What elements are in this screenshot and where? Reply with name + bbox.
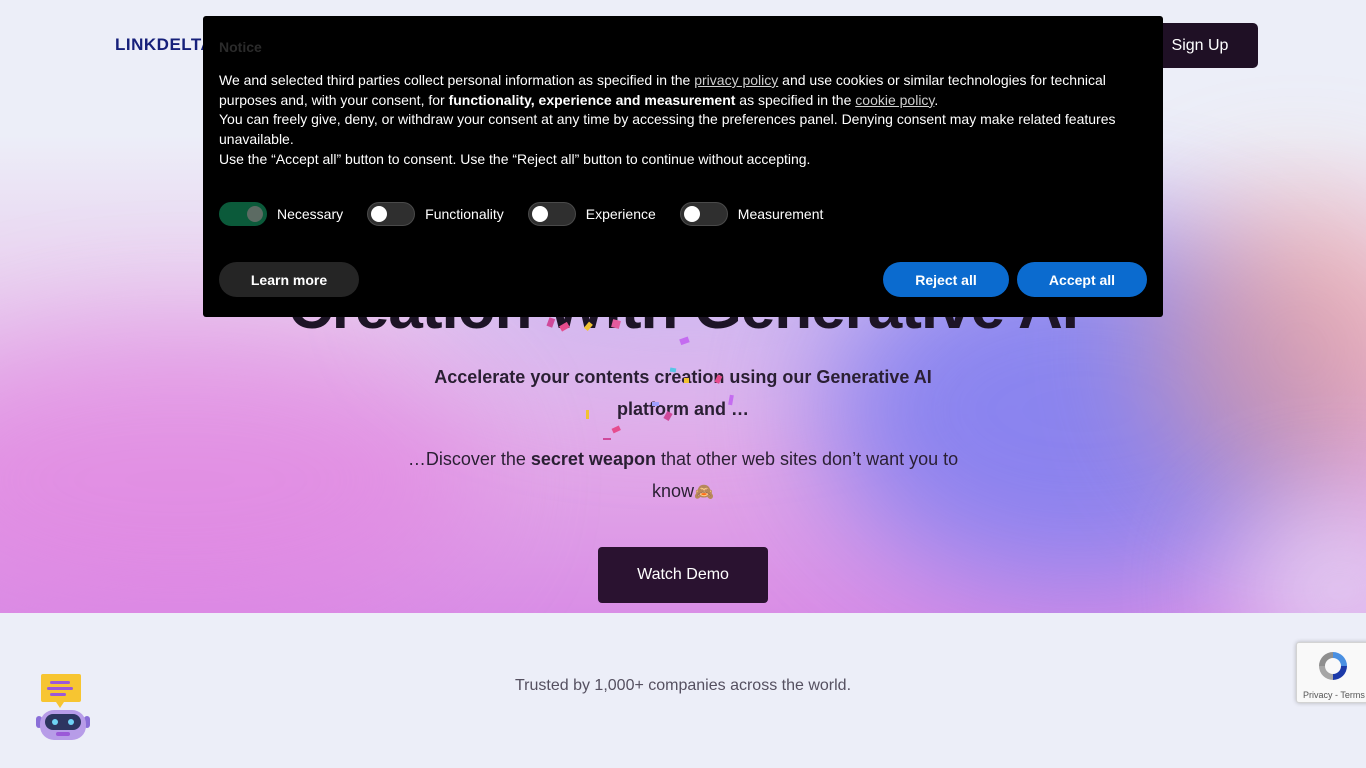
cookie-text-part: . (934, 91, 939, 108)
trusted-by-text: Trusted by 1,000+ companies across the w… (514, 677, 852, 694)
toggle-label: Necessary (277, 206, 344, 222)
cookie-consent-banner: Notice We and selected third parties col… (203, 16, 1163, 317)
monkey-emoji-icon: 🙈 (694, 484, 714, 501)
toggle-functionality[interactable]: Functionality (367, 202, 504, 226)
switch-knob (247, 206, 263, 222)
consent-toggles: Necessary Functionality Experience Measu… (219, 202, 847, 226)
hero-subtitle: Accelerate your contents creation using … (434, 367, 932, 419)
toggle-experience[interactable]: Experience (527, 202, 656, 226)
toggle-necessary[interactable]: Necessary (219, 202, 343, 226)
reject-all-button[interactable]: Reject all (883, 262, 1009, 297)
toggle-label: Experience (585, 206, 656, 222)
cookie-text-bold: functionality, experience and measuremen… (448, 91, 736, 108)
cookie-notice-title: Notice (219, 39, 262, 55)
experience-switch[interactable] (527, 202, 576, 226)
toggle-measurement[interactable]: Measurement (679, 202, 824, 226)
toggle-label: Measurement (737, 206, 824, 222)
recaptcha-terms[interactable]: Privacy - Terms (1303, 690, 1365, 700)
switch-knob (371, 206, 388, 222)
cookie-policy-link[interactable]: cookie policy (855, 92, 934, 108)
accept-all-button[interactable]: Accept all (1017, 262, 1147, 297)
hero-discover-text: …Discover the secret weapon that other w… (400, 443, 966, 509)
recaptcha-logo-icon (1319, 652, 1347, 680)
logo[interactable]: LINKDELTA (115, 35, 213, 55)
cookie-text-withdraw: You can freely give, deny, or withdraw y… (219, 111, 1116, 148)
switch-knob (531, 206, 548, 222)
recaptcha-badge[interactable]: Privacy - Terms (1296, 642, 1366, 703)
toggle-label: Functionality (425, 206, 504, 222)
cookie-text-part: We and selected third parties collect pe… (219, 72, 695, 88)
functionality-switch[interactable] (367, 202, 416, 226)
watch-demo-button[interactable]: Watch Demo (598, 547, 768, 603)
chatbot-robot-icon[interactable] (34, 672, 92, 742)
cookie-notice-text: We and selected third parties collect pe… (219, 71, 1139, 170)
cookie-text-buttons: Use the “Accept all” button to consent. … (219, 150, 811, 167)
switch-knob (683, 206, 700, 222)
learn-more-button[interactable]: Learn more (219, 262, 359, 297)
cookie-text-part: as specified in the (735, 91, 856, 108)
discover-bold: secret weapon (530, 449, 656, 469)
privacy-policy-link[interactable]: privacy policy (694, 72, 778, 88)
discover-prefix: …Discover the (407, 449, 531, 469)
measurement-switch[interactable] (679, 202, 728, 226)
necessary-switch[interactable] (219, 202, 267, 226)
